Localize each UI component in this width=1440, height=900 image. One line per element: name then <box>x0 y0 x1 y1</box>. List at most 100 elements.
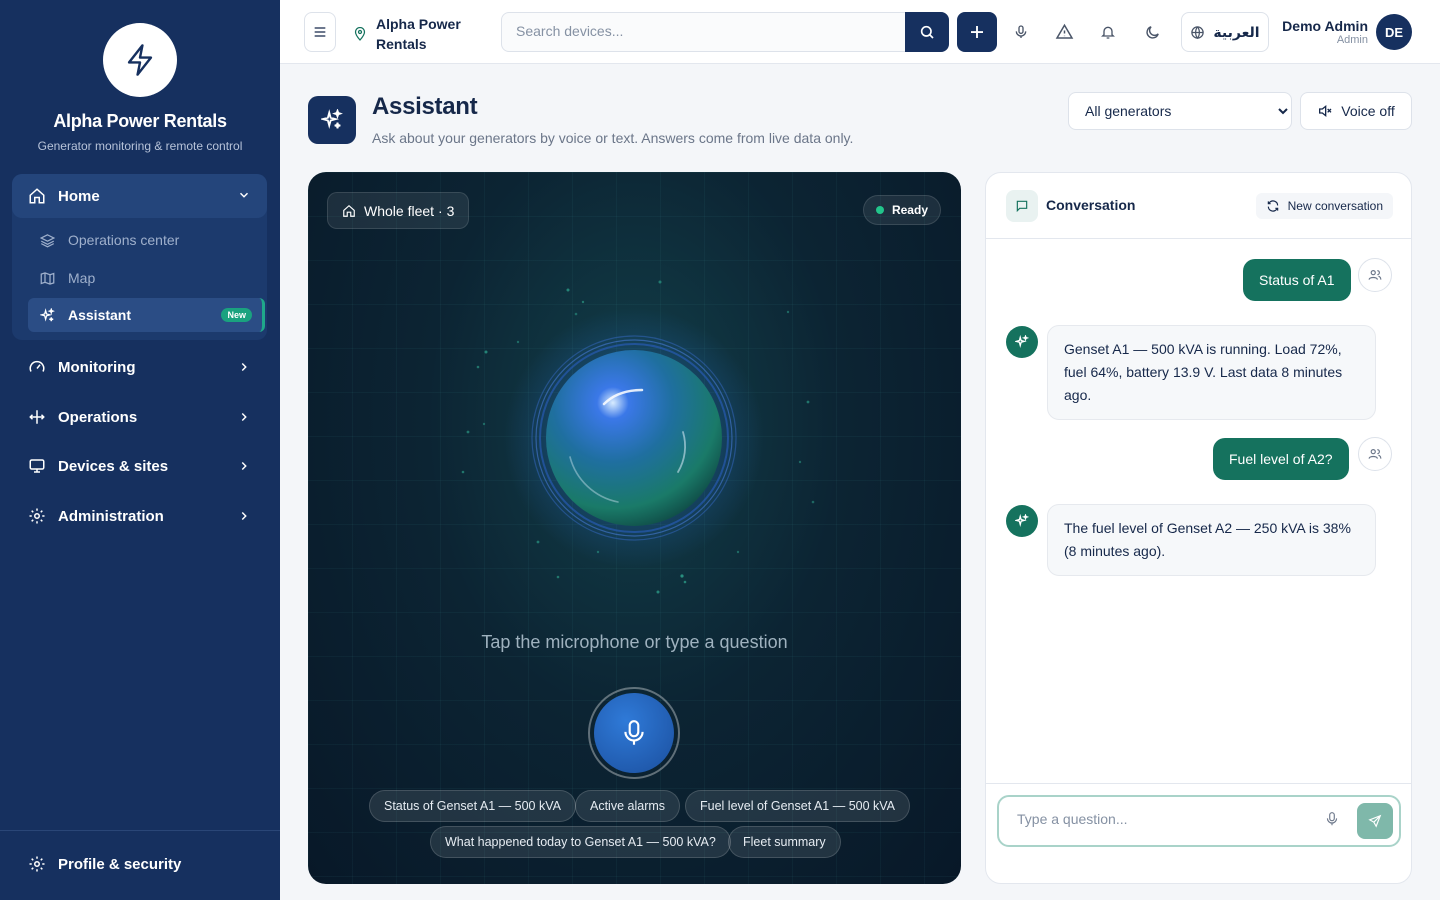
move-icon <box>29 410 45 424</box>
sidebar-item-label: Operations center <box>68 232 180 248</box>
composer <box>986 783 1411 883</box>
sidebar-footer: Profile & security <box>0 830 280 900</box>
users-icon <box>1368 449 1382 459</box>
user-avatar <box>1358 437 1392 471</box>
conversation-panel: Conversation New conversation Status of … <box>985 172 1412 884</box>
sparkles-icon <box>1015 514 1029 527</box>
sidebar-item-map[interactable]: Map <box>28 261 265 295</box>
microphone-icon <box>624 720 644 745</box>
composer-mic-button[interactable] <box>1325 811 1339 832</box>
chevron-right-icon <box>241 362 247 372</box>
layers-icon <box>40 233 55 247</box>
monitor-icon <box>29 459 45 473</box>
assistant-message: Genset A1 — 500 kVA is running. Load 72%… <box>1047 325 1376 420</box>
sidebar-item-assistant[interactable]: Assistant New <box>28 298 265 332</box>
menu-toggle-button[interactable] <box>304 12 336 52</box>
profile-security-link[interactable]: Profile & security <box>28 855 181 873</box>
search-input[interactable] <box>516 23 896 39</box>
suggestion-chip[interactable]: What happened today to Genset A1 — 500 k… <box>430 826 731 858</box>
chevron-right-icon <box>241 511 247 521</box>
sparkles-icon <box>40 307 55 322</box>
sidebar-item-label: Map <box>68 270 96 286</box>
send-button[interactable] <box>1357 803 1393 839</box>
nav-item-administration[interactable]: Administration <box>12 496 267 536</box>
location-selector[interactable]: Alpha Power Rentals <box>354 14 476 54</box>
add-button[interactable] <box>957 12 997 52</box>
gear-icon <box>29 856 45 872</box>
nav-item-label: Administration <box>58 507 164 525</box>
sparkles-icon <box>1015 335 1029 348</box>
home-icon <box>29 188 45 204</box>
question-field-wrapper <box>997 795 1401 847</box>
new-conversation-label: New conversation <box>1287 199 1383 213</box>
suggestion-chip[interactable]: Fleet summary <box>728 826 841 858</box>
suggestion-chip[interactable]: Active alarms <box>575 790 681 822</box>
nav-item-operations[interactable]: Operations <box>12 397 267 437</box>
language-switcher[interactable]: العربية <box>1181 12 1269 52</box>
nav-group-home: Home Operations center Map Assistant New <box>12 174 267 340</box>
nav-item-home[interactable]: Home <box>12 174 267 218</box>
location-pin-icon <box>354 27 366 41</box>
status-badge: Ready <box>862 195 941 225</box>
menu-icon <box>314 27 326 37</box>
question-input[interactable] <box>1017 811 1307 827</box>
globe-icon <box>1191 25 1205 39</box>
gear-icon <box>29 508 45 524</box>
generator-filter-select[interactable]: All generators <box>1068 92 1292 130</box>
nav-item-monitoring[interactable]: Monitoring <box>12 347 267 387</box>
avatar: DE <box>1376 14 1412 50</box>
nav-item-devices-sites[interactable]: Devices & sites <box>12 446 267 486</box>
alerts-button[interactable] <box>1053 21 1075 43</box>
page-title: Assistant <box>372 93 478 120</box>
user-message: Status of A1 <box>1243 259 1351 301</box>
user-avatar <box>1358 258 1392 292</box>
new-badge: New <box>221 308 252 322</box>
suggestion-chip[interactable]: Fuel level of Genset A1 — 500 kVA <box>685 790 911 822</box>
search-button[interactable] <box>905 12 949 52</box>
new-conversation-button[interactable]: New conversation <box>1255 193 1393 219</box>
fleet-scope-chip[interactable]: Whole fleet · 3 <box>327 192 470 229</box>
conversation-title: Conversation <box>1046 197 1136 213</box>
nav-item-label: Monitoring <box>58 358 136 376</box>
user-role: Admin <box>1336 34 1368 46</box>
nav-item-home-label: Home <box>58 187 100 205</box>
microphone-icon <box>1326 812 1338 826</box>
suggestion-chip[interactable]: Status of Genset A1 — 500 kVA <box>369 790 576 822</box>
bell-icon <box>1101 26 1115 39</box>
user-message: Fuel level of A2? <box>1213 438 1349 480</box>
stage-prompt: Tap the microphone or type a question <box>481 632 788 652</box>
language-label: العربية <box>1213 23 1260 40</box>
record-button[interactable] <box>594 693 674 773</box>
refresh-icon <box>1267 200 1278 212</box>
warning-icon <box>1055 23 1073 39</box>
gauge-icon <box>29 360 45 372</box>
microphone-icon <box>1015 25 1027 38</box>
sidebar: Alpha Power Rentals Generator monitoring… <box>0 0 280 900</box>
send-icon <box>1368 814 1382 828</box>
assistant-avatar <box>1006 326 1038 358</box>
voice-toggle-button[interactable]: Voice off <box>1300 92 1412 130</box>
assistant-message: The fuel level of Genset A2 — 250 kVA is… <box>1047 504 1376 576</box>
voice-toggle-label: Voice off <box>1341 103 1395 119</box>
notifications-button[interactable] <box>1097 21 1119 43</box>
sidebar-item-operations-center[interactable]: Operations center <box>28 223 265 257</box>
status-dot <box>875 206 884 214</box>
user-name: Demo Admin <box>1282 18 1368 34</box>
page-icon <box>308 96 356 144</box>
mic-button-ring <box>588 687 680 779</box>
home-icon <box>343 204 355 217</box>
assistant-stage: Whole fleet · 3 Ready Tap the microphone… <box>308 172 961 884</box>
nav-item-label: Devices & sites <box>58 457 169 475</box>
users-icon <box>1368 270 1382 280</box>
chevron-right-icon <box>241 461 247 471</box>
brand-logo[interactable] <box>103 23 177 97</box>
lightning-icon <box>127 44 153 76</box>
search-icon <box>920 25 934 39</box>
voice-input-button[interactable] <box>1010 21 1032 43</box>
sidebar-item-label: Assistant <box>68 307 132 323</box>
theme-toggle-button[interactable] <box>1141 21 1163 43</box>
user-menu[interactable]: Demo Admin Admin DE <box>1282 14 1412 50</box>
location-label: Alpha Power Rentals <box>376 16 461 52</box>
conversation-header: Conversation New conversation <box>986 173 1411 239</box>
nav-item-label: Operations <box>58 408 138 426</box>
